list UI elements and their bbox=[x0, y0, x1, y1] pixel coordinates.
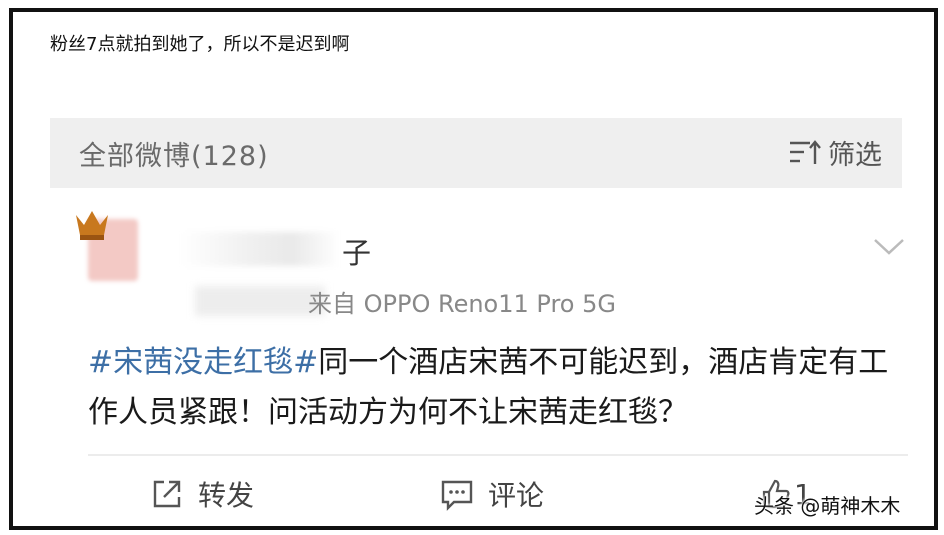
username-blurred bbox=[180, 232, 340, 266]
comment-label: 评论 bbox=[488, 479, 545, 512]
repost-button[interactable]: 转发 bbox=[150, 472, 254, 516]
hashtag-link[interactable]: #宋茜没走红毯# bbox=[88, 345, 318, 380]
divider bbox=[88, 454, 908, 456]
caption-text: 粉丝7点就拍到她了，所以不是迟到啊 bbox=[50, 34, 350, 55]
filter-icon bbox=[790, 140, 821, 164]
comment-button[interactable]: 评论 bbox=[440, 472, 544, 516]
screenshot-frame bbox=[9, 8, 938, 530]
chevron-down-icon[interactable] bbox=[872, 236, 906, 258]
post-content: #宋茜没走红毯#同一个酒店宋茜不可能迟到，酒店肯定有工作人员紧跟！问活动方为何不… bbox=[88, 338, 908, 438]
all-weibo-tab[interactable]: 全部微博(128) bbox=[79, 134, 269, 173]
filter-label: 筛选 bbox=[828, 139, 882, 171]
username[interactable]: 子 bbox=[342, 230, 371, 272]
avatar[interactable] bbox=[72, 205, 140, 285]
timestamp-blurred bbox=[195, 286, 325, 316]
post-source: 来自 OPPO Reno11 Pro 5G bbox=[308, 290, 616, 318]
filter-button[interactable]: 筛选 bbox=[788, 132, 882, 172]
watermark-text: 头条 @萌神木木 bbox=[754, 494, 901, 518]
comment-icon bbox=[441, 480, 473, 511]
weibo-list-header: 全部微博(128) 筛选 bbox=[50, 118, 902, 188]
repost-label: 转发 bbox=[198, 479, 255, 512]
share-icon bbox=[153, 480, 181, 508]
crown-badge-icon bbox=[76, 211, 108, 240]
